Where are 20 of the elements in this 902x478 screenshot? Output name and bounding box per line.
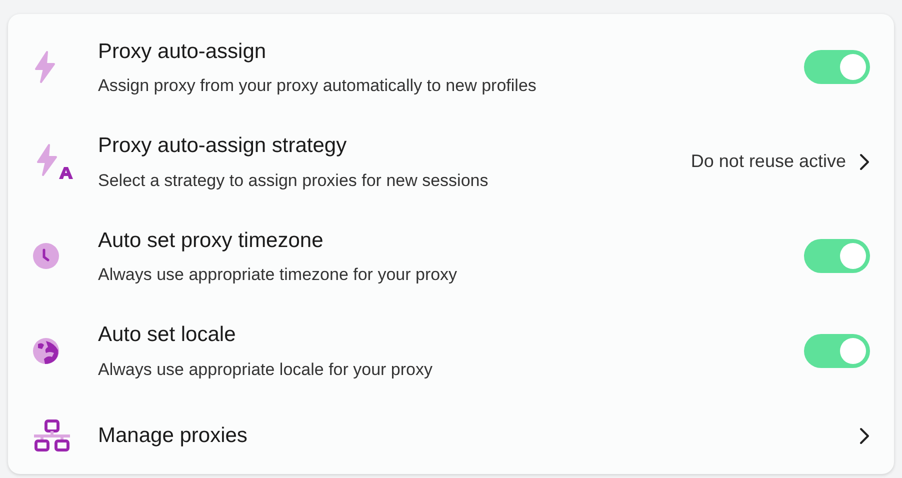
toggle-switch[interactable] [804, 50, 870, 84]
setting-description: Select a strategy to assign proxies for new sessions [98, 170, 490, 192]
chevron-right-icon [858, 426, 870, 445]
setting-title: Auto set locale [98, 322, 237, 348]
clock-icon [32, 242, 60, 270]
navigate-button[interactable] [858, 426, 870, 445]
setting-description: Assign proxy from your proxy automatically to new profiles [98, 75, 538, 98]
toggle-switch[interactable] [804, 239, 870, 274]
toggle-switch[interactable] [804, 334, 870, 368]
network-icon [32, 418, 72, 453]
setting-title: Proxy auto-assign strategy [98, 133, 348, 160]
setting-title: Manage proxies [98, 423, 248, 450]
globe-icon [32, 336, 60, 365]
lightning-icon [32, 50, 58, 84]
chevron-right-icon [858, 152, 870, 171]
setting-title: Auto set proxy timezone [98, 228, 324, 254]
navigate-button[interactable]: Do not reuse active [690, 148, 870, 176]
setting-title: Proxy auto-assign [98, 38, 268, 65]
setting-description: Always use appropriate locale for your proxy [98, 358, 434, 381]
setting-description: Always use appropriate timezone for your proxy [98, 264, 458, 286]
